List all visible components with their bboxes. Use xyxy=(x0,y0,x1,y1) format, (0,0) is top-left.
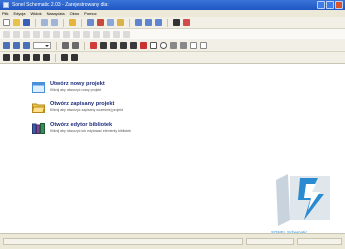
print-preview-icon[interactable] xyxy=(51,19,58,26)
toolbar-separator xyxy=(81,18,82,27)
new-project-task[interactable]: Utwórz nowy projekt Kliknij aby utworzyć… xyxy=(32,81,232,97)
new-file-icon[interactable] xyxy=(3,19,10,26)
align-left-icon[interactable] xyxy=(3,30,10,38)
zoom-in-icon[interactable] xyxy=(135,19,142,26)
send-back-icon[interactable] xyxy=(103,30,110,38)
group-icon[interactable] xyxy=(73,30,80,38)
app-icon xyxy=(3,2,9,8)
flip-icon[interactable] xyxy=(123,30,130,38)
zoom-out-icon[interactable] xyxy=(145,19,152,26)
shape-icon[interactable] xyxy=(200,42,207,49)
start-page: Utwórz nowy projekt Kliknij aby utworzyć… xyxy=(0,65,345,235)
wire-icon[interactable] xyxy=(90,42,97,49)
status-panel-tertiary xyxy=(297,238,342,245)
menu-tools[interactable]: Narzędzia xyxy=(47,10,65,17)
ellipse-icon[interactable] xyxy=(160,42,167,49)
new-project-description: Kliknij aby utworzyć nowy projekt xyxy=(50,88,102,92)
open-project-task[interactable]: Otwórz zapisany projekt Kliknij aby otwo… xyxy=(32,101,232,117)
menu-bar: Plik Edycja Widok Narzędzia Okno Pomoc xyxy=(0,10,345,17)
library-editor-title[interactable]: Otwórz edytor bibliotek xyxy=(50,122,112,128)
bold-icon[interactable] xyxy=(3,54,10,61)
search-icon[interactable] xyxy=(23,42,30,49)
paste-icon[interactable] xyxy=(117,19,124,26)
connector-icon[interactable] xyxy=(100,42,107,49)
open-folder-icon xyxy=(32,103,45,113)
open-project-title[interactable]: Otwórz zapisany projekt xyxy=(50,101,114,107)
align-center-icon[interactable] xyxy=(13,30,20,38)
distribute-icon[interactable] xyxy=(63,30,70,38)
cut-icon[interactable] xyxy=(97,19,104,26)
text-icon[interactable] xyxy=(140,42,147,49)
line-icon[interactable] xyxy=(110,42,117,49)
align-middle-icon[interactable] xyxy=(43,30,50,38)
align-bottom-icon[interactable] xyxy=(53,30,60,38)
align-right-icon[interactable] xyxy=(23,30,30,38)
save-icon[interactable] xyxy=(23,19,30,26)
toolbar-separator xyxy=(167,18,168,27)
maximize-button[interactable] xyxy=(326,1,334,9)
toolbar-separator xyxy=(55,53,56,62)
menu-window[interactable]: Okno xyxy=(70,10,80,17)
zoom-select[interactable] xyxy=(33,42,51,49)
zoom-fit-icon[interactable] xyxy=(155,19,162,26)
arrow-right-icon[interactable] xyxy=(71,54,78,61)
menu-edit[interactable]: Edycja xyxy=(13,10,25,17)
rotate-icon[interactable] xyxy=(113,30,120,38)
menu-file[interactable]: Plik xyxy=(2,10,8,17)
window-title: Sonel Schematic 2.03 - Zarejestrowany dl… xyxy=(12,2,109,8)
new-project-title[interactable]: Utwórz nowy projekt xyxy=(50,81,105,87)
curve-icon[interactable] xyxy=(180,42,187,49)
format-toolbar xyxy=(0,52,345,64)
toolbar-separator xyxy=(35,18,36,27)
menu-view[interactable]: Widok xyxy=(30,10,41,17)
status-panel-main xyxy=(3,238,243,245)
pen-icon[interactable] xyxy=(130,42,137,49)
arc-icon[interactable] xyxy=(170,42,177,49)
window-titlebar: Sonel Schematic 2.03 - Zarejestrowany dl… xyxy=(0,0,345,10)
polyline-icon[interactable] xyxy=(120,42,127,49)
page-icon[interactable] xyxy=(62,42,69,49)
indent-icon[interactable] xyxy=(23,54,30,61)
standard-toolbar xyxy=(0,17,345,29)
justify-icon[interactable] xyxy=(43,54,50,61)
pan-icon[interactable] xyxy=(13,42,20,49)
pointer-icon[interactable] xyxy=(3,42,10,49)
polygon-icon[interactable] xyxy=(190,42,197,49)
align-top-icon[interactable] xyxy=(33,30,40,38)
open-file-icon[interactable] xyxy=(13,19,20,26)
new-project-icon xyxy=(32,82,45,93)
sonel-logo xyxy=(276,174,330,226)
ungroup-icon[interactable] xyxy=(83,30,90,38)
library-editor-description: Kliknij aby otworzyć lub edytować elemen… xyxy=(50,129,131,133)
undo-icon[interactable] xyxy=(87,19,94,26)
list-icon[interactable] xyxy=(13,54,20,61)
close-button[interactable] xyxy=(335,1,343,9)
status-bar xyxy=(0,233,345,249)
toolbar-separator xyxy=(129,18,130,27)
alignment-toolbar xyxy=(0,29,345,40)
rectangle-icon[interactable] xyxy=(150,42,157,49)
menu-help[interactable]: Pomoc xyxy=(84,10,96,17)
copy-icon[interactable] xyxy=(107,19,114,26)
toolbar-separator xyxy=(56,41,57,50)
status-panel-secondary xyxy=(246,238,294,245)
open-project-description: Kliknij aby otworzyć zapisany wcześniej … xyxy=(50,108,123,112)
arrow-left-icon[interactable] xyxy=(61,54,68,61)
drawing-toolbar xyxy=(0,40,345,52)
library-books-icon xyxy=(32,123,45,134)
window-controls xyxy=(317,1,343,9)
grid-icon[interactable] xyxy=(72,42,79,49)
outdent-icon[interactable] xyxy=(33,54,40,61)
properties-icon[interactable] xyxy=(173,19,180,26)
minimize-button[interactable] xyxy=(317,1,325,9)
bring-front-icon[interactable] xyxy=(93,30,100,38)
print-icon[interactable] xyxy=(41,19,48,26)
toolbar-separator xyxy=(63,18,64,27)
toolbar-separator xyxy=(84,41,85,50)
library-editor-task[interactable]: Otwórz edytor bibliotek Kliknij aby otwo… xyxy=(32,122,232,138)
settings-icon[interactable] xyxy=(69,19,76,26)
color-icon[interactable] xyxy=(183,19,190,26)
